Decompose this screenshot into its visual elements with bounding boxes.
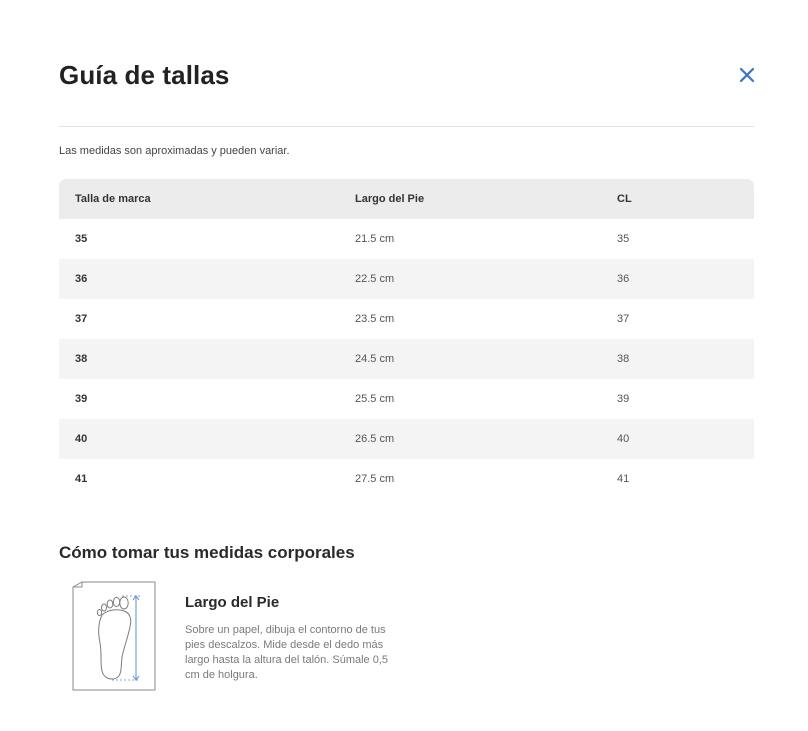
- cell-brand-size: 41: [75, 473, 88, 485]
- cell-cl: 36: [617, 273, 630, 285]
- measure-item-description: Sobre un papel, dibuja el contorno de tu…: [185, 624, 389, 681]
- measurements-section-title: Cómo tomar tus medidas corporales: [59, 543, 355, 562]
- cell-foot-length: 22.5 cm: [355, 273, 395, 285]
- close-icon: [739, 67, 755, 83]
- modal-title: Guía de tallas: [59, 60, 230, 90]
- cell-brand-size: 39: [75, 393, 88, 405]
- cell-cl: 41: [617, 473, 630, 485]
- table-row: 36 22.5 cm 36: [59, 259, 754, 299]
- foot-length-icon: [72, 581, 156, 691]
- header-divider: [59, 126, 754, 127]
- close-button[interactable]: [736, 64, 758, 86]
- measure-item-title: Largo del Pie: [185, 594, 280, 611]
- cell-foot-length: 26.5 cm: [355, 433, 395, 445]
- foot-length-illustration: [72, 581, 156, 691]
- cell-brand-size: 36: [75, 273, 88, 285]
- size-guide-modal: Guía de tallas Las medidas son aproximad…: [0, 0, 808, 731]
- cell-foot-length: 23.5 cm: [355, 313, 395, 325]
- table-row: 39 25.5 cm 39: [59, 379, 754, 419]
- table-row: 35 21.5 cm 35: [59, 219, 754, 259]
- cell-brand-size: 35: [75, 233, 88, 245]
- table-row: 40 26.5 cm 40: [59, 419, 754, 459]
- cell-cl: 35: [617, 233, 630, 245]
- cell-brand-size: 37: [75, 313, 88, 325]
- table-header-row: Talla de marca Largo del Pie CL: [59, 179, 754, 219]
- disclaimer-note: Las medidas son aproximadas y pueden var…: [59, 145, 290, 157]
- cell-cl: 40: [617, 433, 630, 445]
- cell-foot-length: 21.5 cm: [355, 233, 395, 245]
- column-header-cl: CL: [617, 193, 632, 205]
- cell-foot-length: 24.5 cm: [355, 353, 395, 365]
- cell-cl: 37: [617, 313, 630, 325]
- size-table: Talla de marca Largo del Pie CL 35 21.5 …: [59, 179, 754, 499]
- column-header-foot-length: Largo del Pie: [355, 193, 425, 205]
- table-row: 37 23.5 cm 37: [59, 299, 754, 339]
- cell-brand-size: 38: [75, 353, 88, 365]
- cell-foot-length: 25.5 cm: [355, 393, 395, 405]
- cell-foot-length: 27.5 cm: [355, 473, 395, 485]
- cell-brand-size: 40: [75, 433, 88, 445]
- cell-cl: 39: [617, 393, 630, 405]
- table-row: 38 24.5 cm 38: [59, 339, 754, 379]
- column-header-brand-size: Talla de marca: [75, 193, 151, 205]
- cell-cl: 38: [617, 353, 630, 365]
- table-row: 41 27.5 cm 41: [59, 459, 754, 499]
